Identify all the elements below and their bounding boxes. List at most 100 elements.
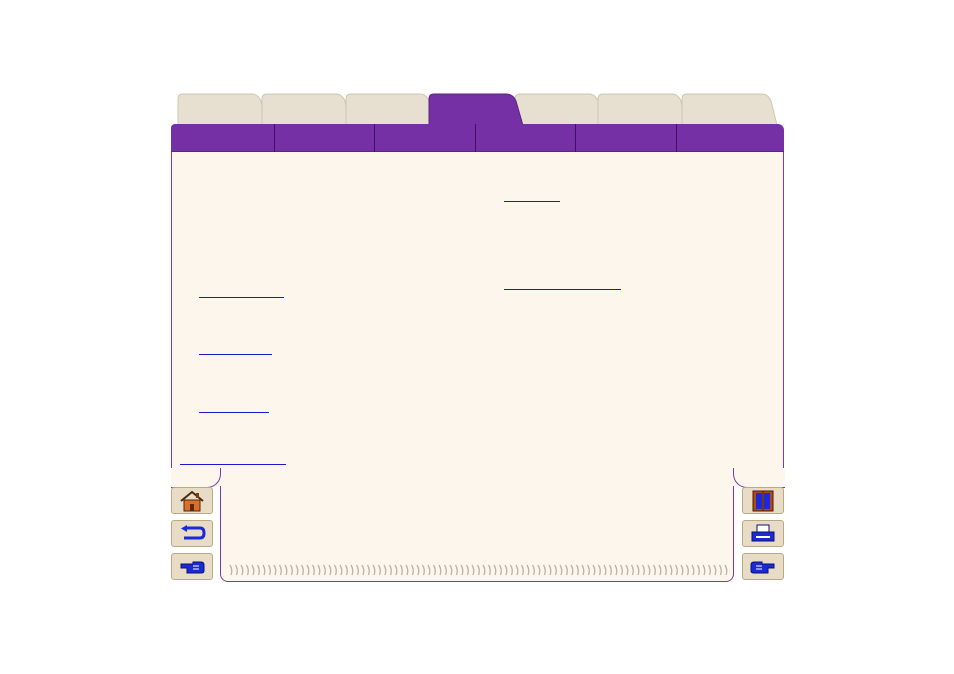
pointing-hand-icon — [750, 561, 775, 573]
spiral-coil — [691, 564, 695, 576]
band-segment-3[interactable] — [375, 124, 476, 152]
spiral-coil — [531, 564, 535, 576]
spiral-coil — [548, 564, 552, 576]
contents-button[interactable] — [742, 487, 784, 514]
spiral-coil — [592, 564, 596, 576]
spiral-coil — [608, 564, 612, 576]
home-button[interactable] — [171, 487, 213, 514]
spiral-coil — [619, 564, 623, 576]
band-segment-4[interactable] — [476, 124, 576, 152]
spiral-coil — [498, 564, 502, 576]
spiral-coil — [685, 564, 689, 576]
back-button[interactable] — [171, 520, 213, 547]
page-corner-right — [733, 468, 785, 488]
spiral-coil — [251, 564, 255, 576]
spiral-coil — [295, 564, 299, 576]
back-arrow-icon — [181, 524, 206, 539]
spiral-coil — [333, 564, 337, 576]
spiral-coil — [614, 564, 618, 576]
section-band — [171, 124, 784, 152]
spiral-coil — [399, 564, 403, 576]
spiral-coil — [317, 564, 321, 576]
spiral-coil — [460, 564, 464, 576]
link-right-1-underline[interactable] — [504, 201, 560, 202]
spiral-coil — [322, 564, 326, 576]
spiral-coil — [388, 564, 392, 576]
spiral-coil — [344, 564, 348, 576]
spiral-coil — [647, 564, 651, 576]
link-right-2-underline[interactable] — [504, 289, 621, 290]
spiral-coil — [724, 564, 728, 576]
spiral-coil — [300, 564, 304, 576]
spiral-coil — [663, 564, 667, 576]
spiral-coil — [405, 564, 409, 576]
spiral-coil — [284, 564, 288, 576]
spiral-coil — [256, 564, 260, 576]
spiral-coil — [311, 564, 315, 576]
printer-icon — [751, 524, 775, 541]
print-button[interactable] — [742, 520, 784, 547]
spiral-binding — [229, 564, 728, 576]
spiral-coil — [476, 564, 480, 576]
spiral-coil — [350, 564, 354, 576]
spiral-coil — [427, 564, 431, 576]
spiral-coil — [658, 564, 662, 576]
spiral-coil — [234, 564, 238, 576]
spiral-coil — [713, 564, 717, 576]
spiral-coil — [366, 564, 370, 576]
spiral-coil — [674, 564, 678, 576]
spiral-coil — [328, 564, 332, 576]
spiral-coil — [339, 564, 343, 576]
spiral-coil — [526, 564, 530, 576]
spiral-coil — [289, 564, 293, 576]
spiral-coil — [372, 564, 376, 576]
next-button-right[interactable] — [742, 553, 784, 580]
page-corner-left — [171, 468, 221, 488]
spiral-coil — [471, 564, 475, 576]
band-segment-6[interactable] — [677, 124, 784, 152]
link-left-4-underline[interactable] — [180, 464, 286, 465]
link-left-2-underline[interactable] — [199, 354, 272, 355]
spiral-coil — [520, 564, 524, 576]
spiral-coil — [383, 564, 387, 576]
spiral-coil — [482, 564, 486, 576]
home-icon — [180, 490, 204, 511]
spiral-coil — [438, 564, 442, 576]
spiral-coil — [394, 564, 398, 576]
spiral-coil — [306, 564, 310, 576]
band-segment-5[interactable] — [576, 124, 677, 152]
spiral-coil — [416, 564, 420, 576]
spiral-coil — [669, 564, 673, 576]
spiral-coil — [432, 564, 436, 576]
spiral-coil — [421, 564, 425, 576]
spiral-coil — [718, 564, 722, 576]
spiral-coil — [559, 564, 563, 576]
spiral-coil — [625, 564, 629, 576]
link-left-3-underline[interactable] — [199, 412, 269, 413]
spiral-coil — [641, 564, 645, 576]
band-segment-1[interactable] — [171, 124, 275, 152]
spiral-coil — [652, 564, 656, 576]
spiral-coil — [586, 564, 590, 576]
spiral-coil — [454, 564, 458, 576]
spiral-coil — [515, 564, 519, 576]
spiral-coil — [553, 564, 557, 576]
band-segment-2[interactable] — [275, 124, 375, 152]
content-page — [171, 152, 784, 487]
spiral-coil — [443, 564, 447, 576]
next-button-left[interactable] — [171, 553, 213, 580]
spiral-coil — [702, 564, 706, 576]
spiral-coil — [542, 564, 546, 576]
spiral-coil — [465, 564, 469, 576]
spiral-coil — [493, 564, 497, 576]
spiral-coil — [564, 564, 568, 576]
link-left-1-underline[interactable] — [199, 297, 284, 298]
spiral-coil — [377, 564, 381, 576]
spiral-coil — [680, 564, 684, 576]
pointing-hand-icon — [180, 561, 205, 573]
spiral-coil — [229, 564, 233, 576]
book-icon — [752, 490, 774, 511]
spiral-coil — [504, 564, 508, 576]
spiral-coil — [240, 564, 244, 576]
spiral-coil — [449, 564, 453, 576]
